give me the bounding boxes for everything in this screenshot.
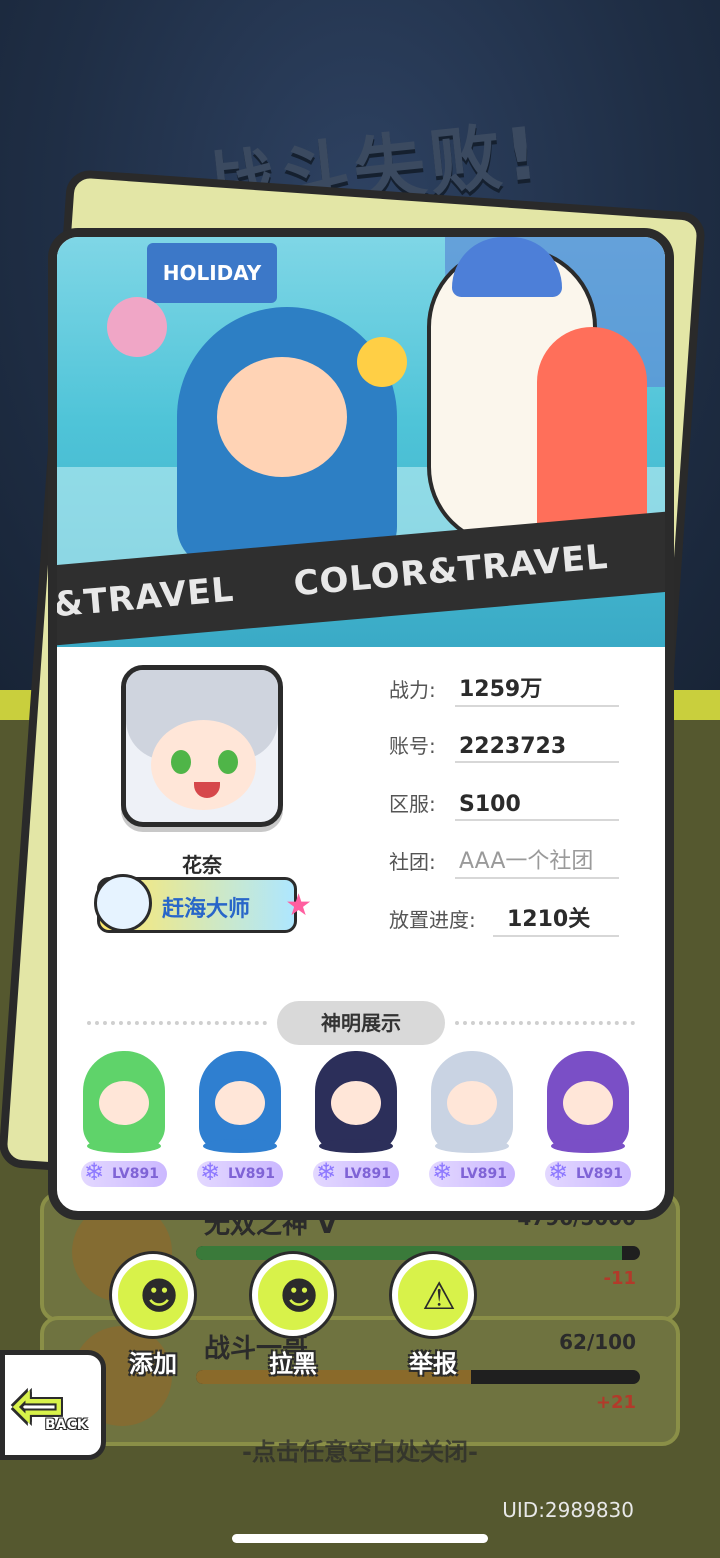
snowflake-icon: ❄ xyxy=(431,1158,453,1186)
hero-face xyxy=(215,1081,265,1125)
home-indicator[interactable] xyxy=(232,1534,488,1543)
snowflake-icon: ❄ xyxy=(315,1158,337,1186)
report-button[interactable]: ⚠ 举报 xyxy=(388,1254,478,1384)
stripe-text: CO xyxy=(664,510,665,592)
info-power: 战力: 1259万 xyxy=(389,671,619,707)
hero-base xyxy=(319,1139,393,1153)
block-label: 拉黑 xyxy=(269,1350,317,1378)
underline xyxy=(455,705,619,707)
report-label: 举报 xyxy=(409,1350,457,1378)
snowflake-icon: ❄ xyxy=(83,1158,105,1186)
info-label: 账号: xyxy=(389,734,436,758)
title-badge: 赶海大师 ★ xyxy=(94,874,312,933)
title-badge-text: 赶海大师 xyxy=(162,897,251,922)
info-value: S100 xyxy=(459,792,521,817)
hero-base xyxy=(551,1139,625,1153)
hero-card[interactable]: LV891 ❄ xyxy=(533,1045,643,1195)
character-face-art xyxy=(217,357,347,477)
hero-card[interactable]: LV891 ❄ xyxy=(301,1045,411,1195)
stripe-text: &TRAVEL xyxy=(57,569,236,626)
hero-card[interactable]: LV891 ❄ xyxy=(69,1045,179,1195)
info-value: 1259万 xyxy=(459,677,543,702)
hero-face xyxy=(447,1081,497,1125)
info-value[interactable]: AAA一个社团 xyxy=(459,843,593,875)
info-guild: 社团: AAA一个社团 xyxy=(389,843,619,879)
block-icon: ☻ xyxy=(252,1254,334,1336)
add-friend-button[interactable]: ☻ 添加 xyxy=(108,1254,198,1384)
underline xyxy=(455,877,619,879)
player-name: 花奈 xyxy=(182,853,222,877)
star-icon: ★ xyxy=(285,888,312,923)
hero-face xyxy=(563,1081,613,1125)
hero-base xyxy=(87,1139,161,1153)
hero-card[interactable]: LV891 ❄ xyxy=(417,1045,527,1195)
underline xyxy=(455,819,619,821)
hero-showcase-list: LV891 ❄ LV891 ❄ LV891 ❄ LV891 ❄ LV891 ❄ xyxy=(69,1045,653,1195)
hero-face xyxy=(331,1081,381,1125)
close-hint: -点击任意空白处关闭- xyxy=(242,1438,478,1466)
hero-base xyxy=(203,1139,277,1153)
info-value[interactable]: 2223723 xyxy=(459,734,566,759)
dotted-divider xyxy=(87,1021,267,1025)
hero-card[interactable]: LV891 ❄ xyxy=(185,1045,295,1195)
underline xyxy=(493,935,619,937)
info-account: 账号: 2223723 xyxy=(389,727,619,763)
ice-cream-art xyxy=(107,297,167,357)
showcase-title: 神明展示 xyxy=(277,1001,445,1045)
add-friend-label: 添加 xyxy=(129,1350,177,1378)
info-label: 社团: xyxy=(389,850,436,874)
dotted-divider xyxy=(455,1021,635,1025)
profile-banner-image: HOLIDAY &TRAVELCOLOR&TRAVELCO xyxy=(57,237,665,647)
info-label: 区服: xyxy=(389,792,436,816)
snowflake-icon: ❄ xyxy=(547,1158,569,1186)
player-profile-card: HOLIDAY &TRAVELCOLOR&TRAVELCO 花奈 赶海大师 ★ … xyxy=(48,228,674,1220)
mascot-icon xyxy=(94,874,152,932)
avatar-eye xyxy=(218,750,238,774)
showcase-header: 神明展示 xyxy=(87,1001,635,1045)
hero-face xyxy=(99,1081,149,1125)
info-label: 放置进度: xyxy=(389,908,476,932)
snowflake-icon: ❄ xyxy=(199,1158,221,1186)
player-avatar[interactable] xyxy=(121,665,283,827)
block-button[interactable]: ☻ 拉黑 xyxy=(248,1254,338,1384)
add-friend-icon: ☻ xyxy=(112,1254,194,1336)
avatar-eye xyxy=(171,750,191,774)
row-delta: +21 xyxy=(595,1392,636,1413)
underline xyxy=(455,761,619,763)
holiday-sign: HOLIDAY xyxy=(147,243,277,303)
info-label: 战力: xyxy=(389,678,436,702)
info-idle-progress: 放置进度: 1210关 xyxy=(389,901,619,937)
row-delta: -11 xyxy=(603,1268,636,1289)
ice-cream-art xyxy=(357,337,407,387)
info-value: 1210关 xyxy=(507,907,591,932)
hero-base xyxy=(435,1139,509,1153)
info-server: 区服: S100 xyxy=(389,785,619,821)
back-label: BACK xyxy=(45,1417,88,1433)
row-value: 62/100 xyxy=(559,1330,636,1354)
uid-label: UID:2989830 xyxy=(502,1498,634,1522)
warning-icon: ⚠ xyxy=(392,1254,474,1336)
